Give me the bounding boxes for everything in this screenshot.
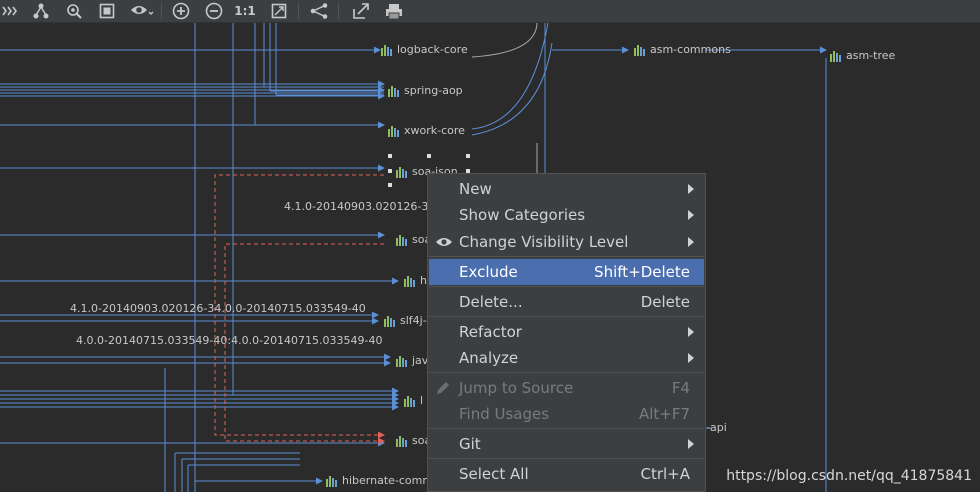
- tree-layout-icon[interactable]: [30, 0, 52, 22]
- toolbar-separator: [298, 3, 299, 19]
- export-icon[interactable]: [349, 0, 373, 22]
- actual-size-label: 1:1: [234, 4, 256, 18]
- menu-item-exclude[interactable]: Exclude Shift+Delete: [429, 259, 704, 285]
- node-spring-aop[interactable]: spring-aop: [388, 84, 463, 98]
- menu-item-jump-to-source[interactable]: Jump to Source F4: [429, 375, 704, 401]
- menu-separator: [429, 286, 704, 287]
- locate-icon[interactable]: [63, 0, 85, 22]
- submenu-arrow-icon: [688, 184, 694, 194]
- submenu-arrow-icon: [688, 439, 694, 449]
- maven-artifact-icon: [388, 125, 399, 137]
- maven-artifact-icon: [388, 85, 399, 97]
- node-label: -api: [706, 421, 727, 434]
- node-label: asm-tree: [846, 49, 896, 62]
- submenu-arrow-icon: [688, 353, 694, 363]
- node-label: l: [420, 394, 424, 407]
- maven-artifact-icon: [396, 166, 407, 178]
- menu-separator: [429, 458, 704, 459]
- edge-version-label: 4.0.0-20140715.033549-40:4.0.0-20140715.…: [76, 334, 383, 347]
- maven-artifact-icon: [326, 475, 337, 487]
- actual-size-icon[interactable]: 1:1: [233, 0, 257, 22]
- print-icon[interactable]: [381, 0, 407, 22]
- node-label: asm-commons: [650, 43, 731, 56]
- menu-separator: [429, 256, 704, 257]
- node-jav[interactable]: jav: [396, 354, 428, 368]
- menu-item-refactor[interactable]: Refactor: [429, 319, 704, 345]
- node-label: jav: [412, 354, 429, 367]
- node-l[interactable]: l: [404, 394, 423, 408]
- maven-artifact-icon: [381, 44, 392, 56]
- zoom-in-icon[interactable]: [170, 0, 192, 22]
- menu-item-find-usages[interactable]: Find Usages Alt+F7: [429, 401, 704, 427]
- eye-icon[interactable]: [128, 0, 156, 22]
- node-api-partial[interactable]: -api: [706, 421, 727, 435]
- node-xwork-core[interactable]: xwork-core: [388, 124, 465, 138]
- edge-version-label: 4.1.0-20140903.020126-34.0.0-20140715.03…: [70, 302, 366, 315]
- shortcut-label: Alt+F7: [638, 405, 690, 423]
- fit-page-icon[interactable]: [268, 0, 290, 22]
- node-soa-lower[interactable]: soa: [396, 434, 431, 448]
- eye-icon: [435, 229, 453, 255]
- node-asm-commons[interactable]: asm-commons: [634, 43, 731, 57]
- menu-item-analyze[interactable]: Analyze: [429, 345, 704, 371]
- node-slf4j[interactable]: slf4j-: [384, 314, 427, 328]
- node-label: xwork-core: [404, 124, 465, 137]
- node-label: logback-core: [397, 43, 468, 56]
- maven-artifact-icon: [404, 275, 415, 287]
- node-label: slf4j-: [400, 314, 427, 327]
- maven-artifact-icon: [396, 435, 407, 447]
- graph-toolbar: 1:1: [0, 0, 980, 23]
- node-hibernate-commons[interactable]: hibernate-comm: [326, 474, 433, 488]
- zoom-out-icon[interactable]: [203, 0, 225, 22]
- maven-artifact-icon: [384, 315, 395, 327]
- menu-item-delete[interactable]: Delete... Delete: [429, 289, 704, 315]
- pencil-icon: [435, 375, 451, 401]
- context-menu: New Show Categories Change Visibility Le…: [427, 173, 706, 492]
- node-logback-core[interactable]: logback-core: [381, 43, 468, 57]
- shortcut-label: Shift+Delete: [594, 263, 690, 281]
- maven-artifact-icon: [396, 234, 407, 246]
- node-soa[interactable]: soa: [396, 233, 431, 247]
- submenu-arrow-icon: [688, 327, 694, 337]
- toolbar-separator: [161, 3, 162, 19]
- menu-item-git[interactable]: Git: [429, 431, 704, 457]
- menu-separator: [429, 428, 704, 429]
- maven-artifact-icon: [396, 355, 407, 367]
- maven-artifact-icon: [404, 395, 415, 407]
- node-label: spring-aop: [404, 84, 463, 97]
- node-asm-tree[interactable]: asm-tree: [830, 49, 895, 63]
- menu-item-change-visibility-level[interactable]: Change Visibility Level: [429, 229, 704, 255]
- fit-content-icon[interactable]: [96, 0, 118, 22]
- submenu-arrow-icon: [688, 210, 694, 220]
- collapse-icon[interactable]: [0, 0, 20, 22]
- shortcut-label: Ctrl+A: [640, 465, 690, 483]
- node-label: hibernate-comm: [342, 474, 434, 487]
- toolbar-separator: [338, 3, 339, 19]
- menu-separator: [429, 316, 704, 317]
- shortcut-label: Delete: [640, 293, 690, 311]
- menu-item-show-categories[interactable]: Show Categories: [429, 202, 704, 228]
- node-h[interactable]: h: [404, 274, 427, 288]
- maven-artifact-icon: [830, 50, 841, 62]
- watermark-text: https://blog.csdn.net/qq_41875841: [726, 468, 972, 484]
- menu-item-new[interactable]: New: [429, 176, 704, 202]
- node-label: h: [420, 274, 427, 287]
- submenu-arrow-icon: [688, 237, 694, 247]
- edge-version-label: 4.1.0-20140903.020126-3: [284, 200, 429, 213]
- share-icon[interactable]: [307, 0, 331, 22]
- maven-artifact-icon: [634, 44, 645, 56]
- shortcut-label: F4: [671, 379, 690, 397]
- menu-separator: [429, 372, 704, 373]
- menu-item-select-all[interactable]: Select All Ctrl+A: [429, 461, 704, 487]
